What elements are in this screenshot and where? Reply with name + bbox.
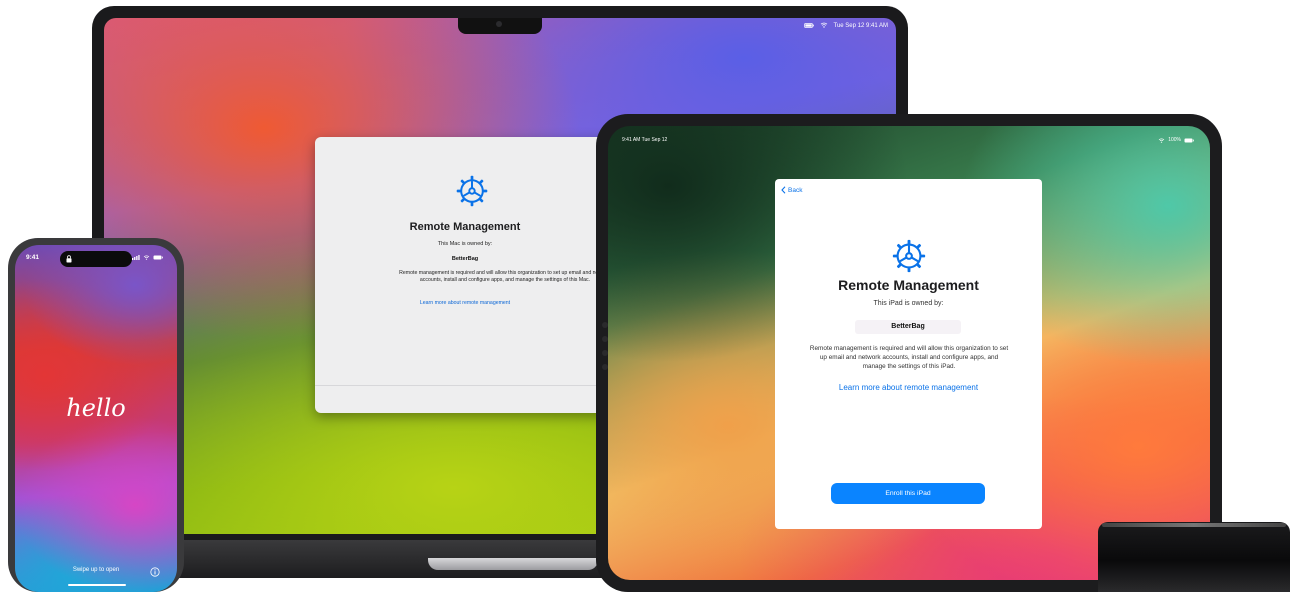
wifi-icon [1158, 137, 1165, 143]
info-icon[interactable] [150, 567, 160, 577]
ipad-organization-name: BetterBag [855, 320, 961, 334]
mac-organization-name: BetterBag [451, 256, 479, 262]
ipad-status-time: 9:41 AM Tue Sep 12 [622, 137, 668, 143]
mac-dialog-divider [315, 385, 615, 386]
lock-icon [66, 255, 72, 263]
macbook-opening-groove [428, 558, 598, 570]
wifi-icon [143, 255, 150, 260]
apple-tv-top-edge [1102, 523, 1286, 527]
mac-menubar: Tue Sep 12 9:41 AM [104, 18, 896, 34]
ipad-dialog-title: Remote Management [838, 277, 979, 293]
iphone-dynamic-island [60, 251, 132, 267]
signal-icon [132, 255, 140, 260]
menubar-date-time[interactable]: Tue Sep 12 9:41 AM [834, 23, 888, 29]
home-indicator[interactable] [68, 584, 126, 586]
wifi-icon[interactable] [820, 22, 828, 30]
back-button-label: Back [788, 186, 803, 194]
hello-greeting: hello [66, 394, 126, 422]
ipad-owned-by-label: This iPad is owned by: [873, 300, 944, 307]
ipad-remote-management-dialog: Back Remote Management This iPad is owne… [775, 179, 1042, 529]
mac-owned-by-label: This Mac is owned by: [437, 241, 493, 247]
back-button[interactable]: Back [781, 186, 802, 194]
ipad-camera-array [602, 322, 608, 392]
battery-icon [1184, 138, 1194, 142]
battery-icon[interactable] [803, 22, 814, 30]
iphone-status-time: 9:41 [26, 254, 40, 261]
apple-tv-device [1098, 522, 1290, 592]
chevron-left-icon [781, 186, 786, 194]
gear-icon [456, 175, 488, 207]
gear-icon [892, 239, 926, 273]
ipad-learn-more-link[interactable]: Learn more about remote management [775, 383, 1042, 392]
mac-dialog-title: Remote Management [409, 221, 521, 233]
mac-description: Remote management is required and will a… [399, 270, 611, 283]
ipad-status-bar: 9:41 AM Tue Sep 12 100% [622, 137, 1194, 145]
mac-remote-management-dialog: Remote Management This Mac is owned by: … [315, 137, 615, 413]
ipad-description: Remote management is required and will a… [809, 345, 1009, 370]
ipad-battery-percent: 100% [1168, 137, 1181, 143]
battery-icon [153, 255, 163, 260]
enroll-button[interactable]: Enroll this iPad [831, 483, 985, 504]
iphone-status-icons [132, 255, 163, 260]
mac-learn-more-link[interactable]: Learn more about remote management [315, 300, 615, 306]
